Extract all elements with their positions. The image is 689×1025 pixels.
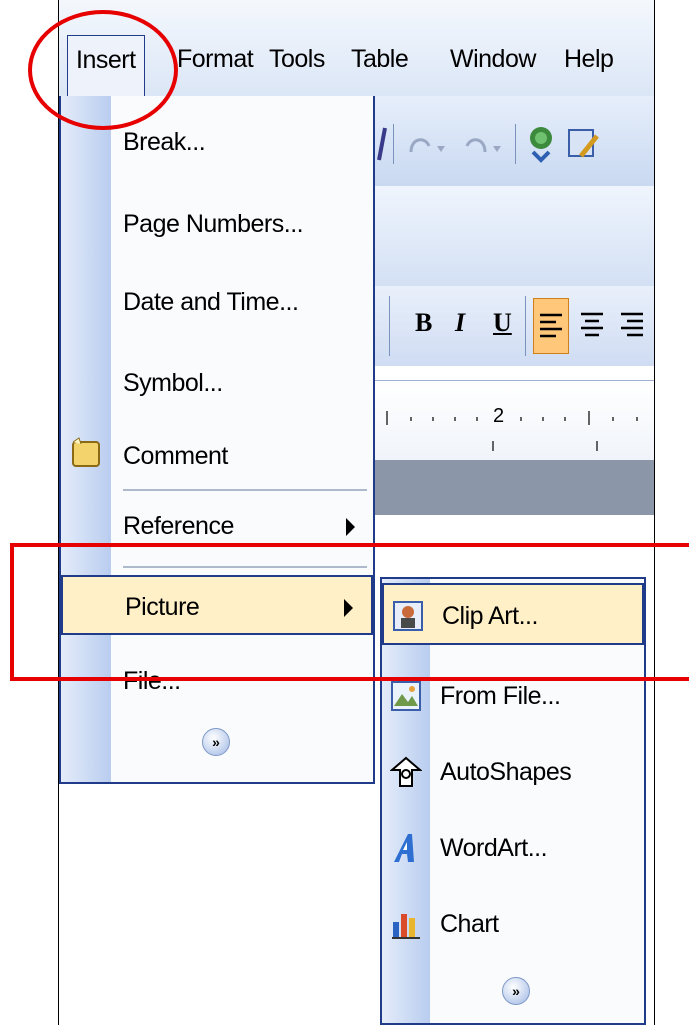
page-border-right: [654, 0, 655, 1025]
underline-button[interactable]: U: [493, 308, 512, 338]
submenu-item-wordart[interactable]: WordArt...: [382, 817, 644, 879]
annotation-rectangle: [10, 543, 689, 681]
submenu-item-label: WordArt...: [440, 834, 548, 862]
menu-item-comment[interactable]: Comment: [61, 426, 373, 486]
undo-icon[interactable]: [407, 130, 455, 160]
formatting-toolbar: B I U: [375, 286, 654, 366]
ruler-ticks: [386, 411, 638, 451]
submenu-item-label: From File...: [440, 682, 561, 710]
menu-format[interactable]: Format: [177, 45, 254, 74]
menu-item-label: Date and Time...: [123, 288, 299, 316]
menu-item-date-time[interactable]: Date and Time...: [61, 272, 373, 332]
toolbar-separator: [393, 124, 394, 164]
align-center-icon[interactable]: [575, 298, 609, 352]
toolbar-separator: [525, 296, 526, 356]
comment-icon: [72, 437, 100, 467]
italic-button[interactable]: I: [455, 308, 465, 338]
menu-item-page-numbers[interactable]: Page Numbers...: [61, 194, 373, 254]
submenu-item-chart[interactable]: Chart: [382, 893, 644, 955]
tables-borders-icon[interactable]: [567, 126, 603, 164]
wordart-icon: [394, 834, 414, 862]
toolbar-spacer: [375, 186, 654, 286]
menu-table[interactable]: Table: [351, 45, 409, 74]
menu-window[interactable]: Window: [450, 45, 536, 74]
annotation-circle: [28, 10, 178, 130]
align-right-icon[interactable]: [615, 298, 649, 352]
menu-item-label: Symbol...: [123, 369, 223, 397]
menu-item-label: Reference: [123, 512, 234, 540]
redo-icon[interactable]: [463, 130, 511, 160]
autoshapes-icon: [390, 756, 422, 787]
expand-chevron-icon[interactable]: »: [502, 977, 530, 1005]
menu-divider: [123, 489, 367, 491]
toolbar-separator: [515, 124, 516, 164]
standard-toolbar: [375, 96, 654, 186]
submenu-item-label: Chart: [440, 910, 499, 938]
submenu-item-label: AutoShapes: [440, 758, 572, 786]
submenu-item-autoshapes[interactable]: AutoShapes: [382, 741, 644, 803]
hyperlink-icon[interactable]: [525, 124, 561, 164]
align-left-icon: [540, 313, 562, 338]
horizontal-ruler: 2: [375, 380, 654, 461]
ruler-mark: 2: [493, 405, 505, 427]
expand-chevron-icon[interactable]: »: [202, 728, 230, 756]
bold-button[interactable]: B: [415, 308, 432, 338]
align-left-button[interactable]: [533, 298, 569, 354]
pen-icon[interactable]: [375, 126, 389, 162]
toolbar-separator: [389, 296, 390, 356]
menu-help[interactable]: Help: [564, 45, 614, 74]
menu-item-label: Break...: [123, 128, 206, 156]
menu-item-label: Comment: [123, 442, 228, 470]
document-area-gray: [375, 460, 654, 515]
submenu-arrow-icon: [346, 518, 355, 536]
menu-item-symbol[interactable]: Symbol...: [61, 353, 373, 413]
picture-file-icon: [391, 681, 421, 711]
menu-item-label: Page Numbers...: [123, 210, 304, 238]
chart-icon: [392, 914, 420, 939]
menu-tools[interactable]: Tools: [269, 45, 325, 74]
